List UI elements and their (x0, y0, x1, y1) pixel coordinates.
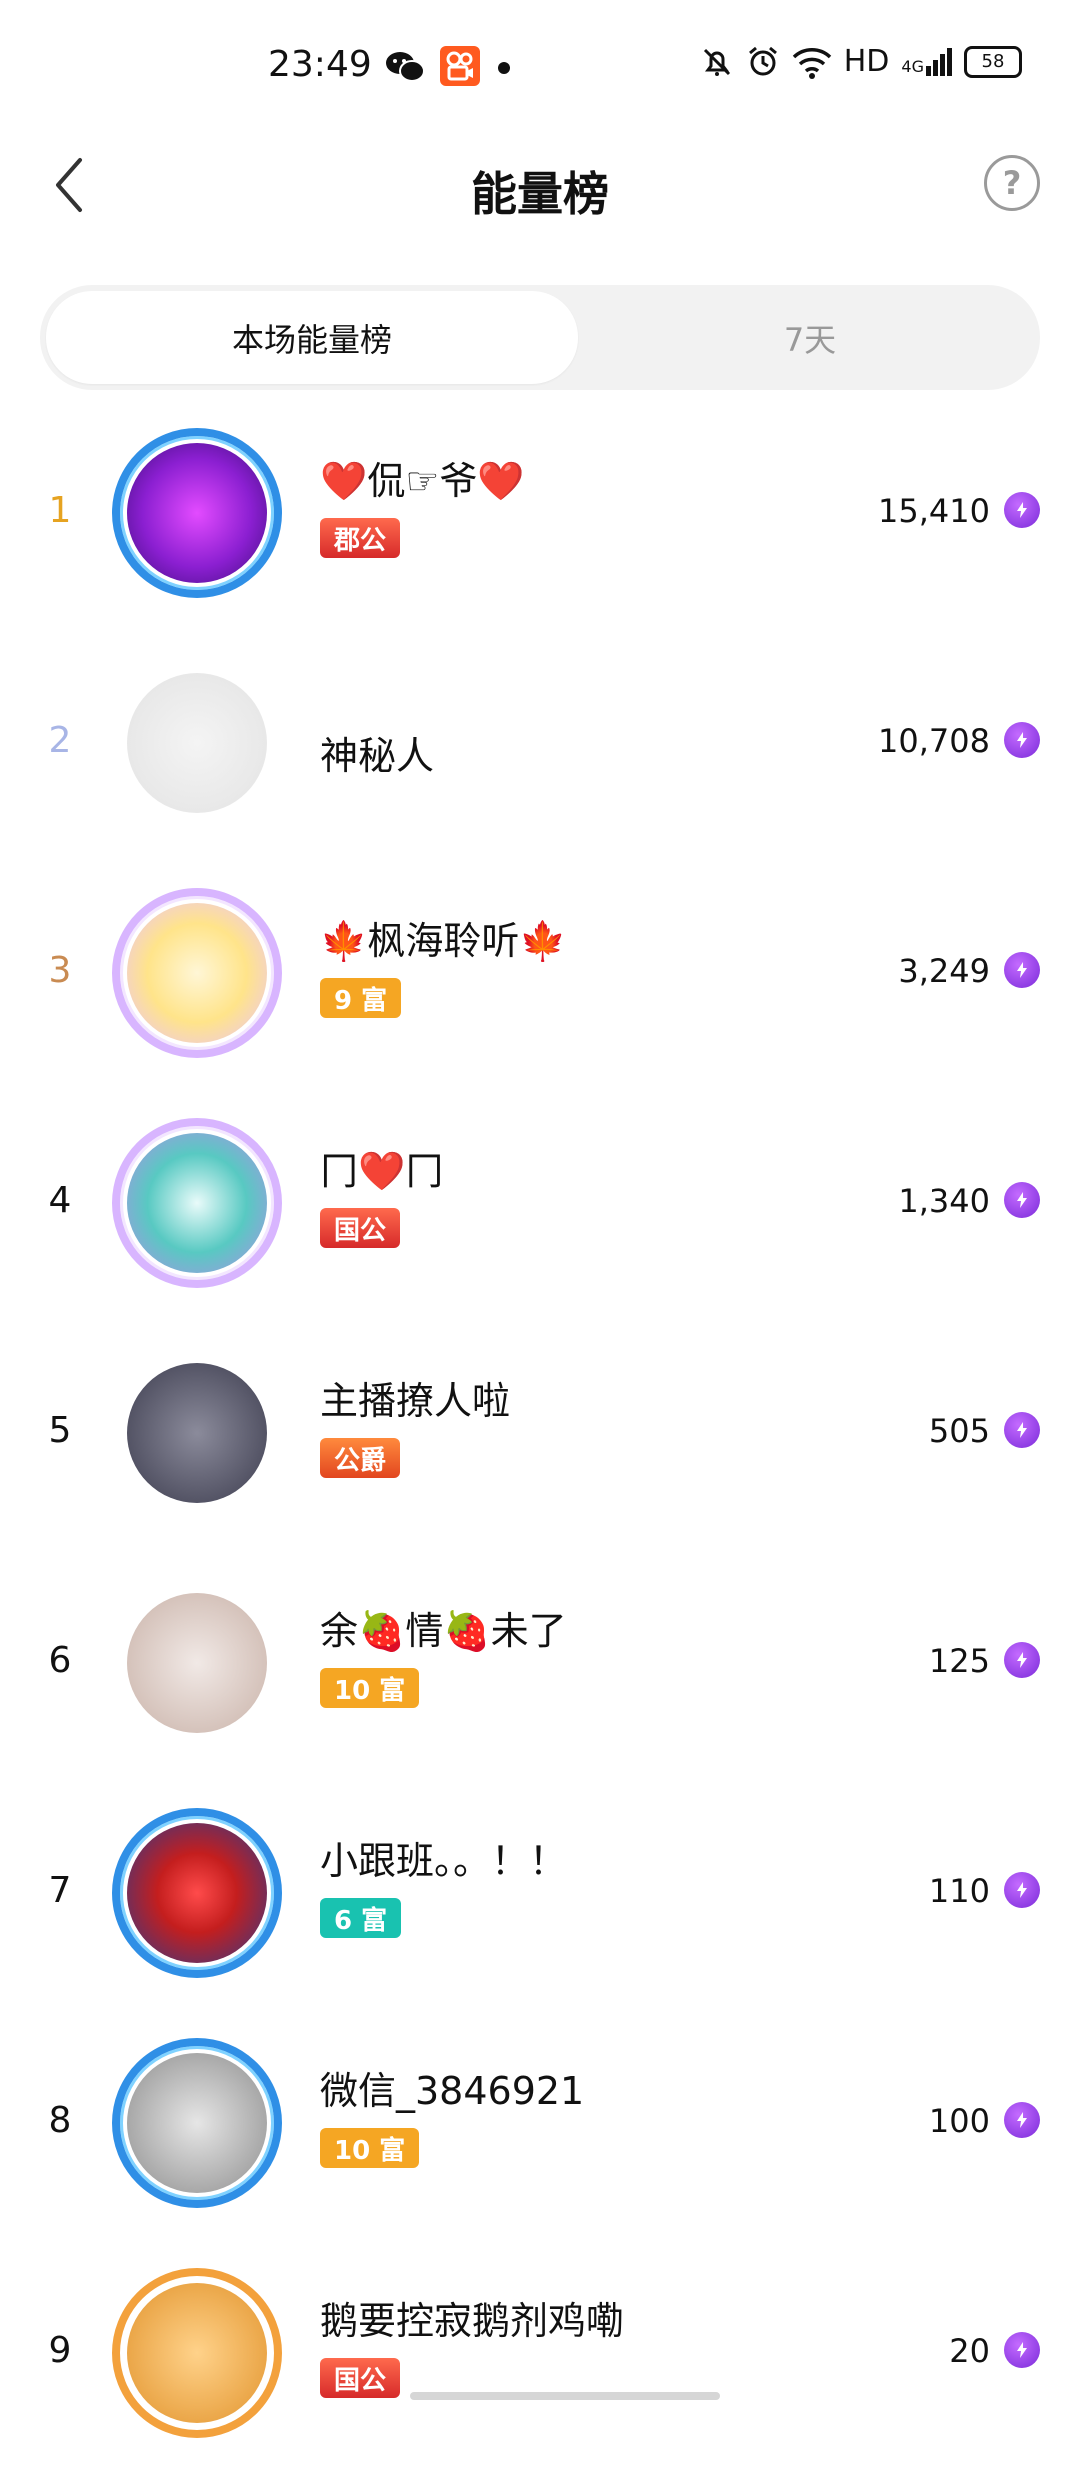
signal-label: 4G (901, 56, 924, 76)
avatar[interactable] (112, 658, 282, 828)
avatar-frame (112, 2038, 282, 2208)
energy-score: 505 (928, 1412, 990, 1450)
rank-number: 2 (48, 720, 72, 761)
network-type: HD (843, 44, 890, 79)
rank-badge: 10 富 (320, 2128, 420, 2168)
rank-number: 4 (48, 1180, 72, 1221)
user-photo (127, 1593, 267, 1733)
user-photo (127, 1363, 267, 1503)
mystery-man-icon (127, 673, 267, 813)
rank-number: 6 (48, 1640, 72, 1681)
user-name: 冂❤️冂 (320, 1149, 444, 1193)
alarm-icon (748, 46, 777, 75)
energy-score: 20 (949, 2332, 990, 2370)
leaderboard-row[interactable]: 7 小跟班。。！！ 6 富 110 (0, 1780, 1080, 2010)
energy-bolt-icon (1004, 952, 1040, 988)
avatar-frame (112, 2268, 282, 2438)
scroll-indicator (410, 2392, 720, 2400)
leaderboard-row[interactable]: 8 微信_3846921 10 富 100 (0, 2010, 1080, 2240)
header: 能量榜 ? (0, 130, 1080, 240)
avatar[interactable] (112, 1348, 282, 1518)
energy-bolt-icon (1004, 1412, 1040, 1448)
leaderboard-row[interactable]: 3 🍁枫海聆听🍁 9 富 3,249 (0, 860, 1080, 1090)
user-name: ❤️侃☞爷❤️ (320, 459, 525, 503)
rank-number: 7 (48, 1870, 72, 1911)
avatar[interactable] (112, 1808, 282, 1978)
wifi-icon (792, 47, 831, 79)
user-name: 小跟班。。！！ (320, 1839, 568, 1883)
avatar[interactable] (112, 1118, 282, 1288)
avatar-frame (112, 888, 282, 1058)
avatar[interactable] (112, 888, 282, 1058)
energy-bolt-icon (1004, 2332, 1040, 2368)
rank-badge: 10 富 (320, 1668, 420, 1708)
user-name: 主播撩人啦 (320, 1379, 511, 1423)
rank-number: 3 (48, 950, 72, 991)
leaderboard-row[interactable]: 5 主播撩人啦公爵 505 (0, 1320, 1080, 1550)
rank-badge: 公爵 (320, 1438, 401, 1478)
energy-score: 15,410 (878, 492, 990, 530)
help-icon[interactable]: ? (984, 155, 1040, 211)
rank-badge: 6 富 (320, 1898, 402, 1938)
energy-score: 10,708 (878, 722, 990, 760)
leaderboard-row[interactable]: 2 神秘人 10,708 (0, 630, 1080, 860)
kuaishou-icon (440, 46, 480, 86)
leaderboard-row[interactable]: 9 鹅要控寂鹅剂鸡嘞国公 20 (0, 2240, 1080, 2470)
energy-bolt-icon (1004, 722, 1040, 758)
user-name: 余🍓情🍓未了 (320, 1609, 567, 1653)
avatar[interactable] (112, 428, 282, 598)
rank-badge: 郡公 (320, 518, 401, 558)
user-name: 🍁枫海聆听🍁 (320, 919, 567, 963)
energy-bolt-icon (1004, 1182, 1040, 1218)
tab-bar: 本场能量榜 7天 (40, 285, 1040, 390)
energy-score: 110 (928, 1872, 990, 1910)
avatar-frame (112, 428, 282, 598)
notification-dot-icon (498, 62, 510, 74)
user-name: 微信_3846921 (320, 2069, 585, 2113)
avatar[interactable] (112, 2268, 282, 2438)
energy-score: 125 (928, 1642, 990, 1680)
rank-badge: 国公 (320, 1208, 401, 1248)
avatar-frame (112, 1808, 282, 1978)
energy-bolt-icon (1004, 2102, 1040, 2138)
avatar[interactable] (112, 2038, 282, 2208)
energy-score: 100 (928, 2102, 990, 2140)
status-time: 23:49 (268, 44, 372, 85)
user-name: 鹅要控寂鹅剂鸡嘞 (320, 2299, 625, 2343)
energy-bolt-icon (1004, 1872, 1040, 1908)
leaderboard-row[interactable]: 4 冂❤️冂国公 1,340 (0, 1090, 1080, 1320)
energy-score: 3,249 (898, 952, 990, 990)
rank-badge: 国公 (320, 2358, 401, 2398)
energy-bolt-icon (1004, 492, 1040, 528)
rank-number: 5 (48, 1410, 72, 1451)
page-title: 能量榜 (471, 167, 609, 221)
bell-off-icon (703, 48, 730, 76)
user-name: 神秘人 (320, 734, 435, 778)
leaderboard-row[interactable]: 6 余🍓情🍓未了 10 富 125 (0, 1550, 1080, 1780)
battery-icon: 58 (964, 45, 1022, 78)
status-right: HD 4G 58 (700, 44, 1022, 79)
rank-number: 8 (48, 2100, 72, 2141)
energy-score: 1,340 (898, 1182, 990, 1220)
avatar[interactable] (112, 1578, 282, 1748)
tab-7-days[interactable]: 7天 (580, 285, 1040, 390)
signal-icon: 4G (901, 47, 952, 76)
status-bar: 23:49 HD 4G 58 (0, 0, 1080, 130)
avatar-frame (112, 1118, 282, 1288)
wechat-icon (386, 52, 425, 82)
rank-number: 9 (48, 2330, 72, 2371)
battery-level: 58 (981, 51, 1005, 72)
tab-current-session[interactable]: 本场能量榜 (46, 291, 578, 384)
leaderboard-row[interactable]: 1 ❤️侃☞爷❤️ 郡公 15,410 (0, 400, 1080, 630)
rank-badge: 9 富 (320, 978, 402, 1018)
rank-number: 1 (48, 490, 72, 531)
energy-bolt-icon (1004, 1642, 1040, 1678)
